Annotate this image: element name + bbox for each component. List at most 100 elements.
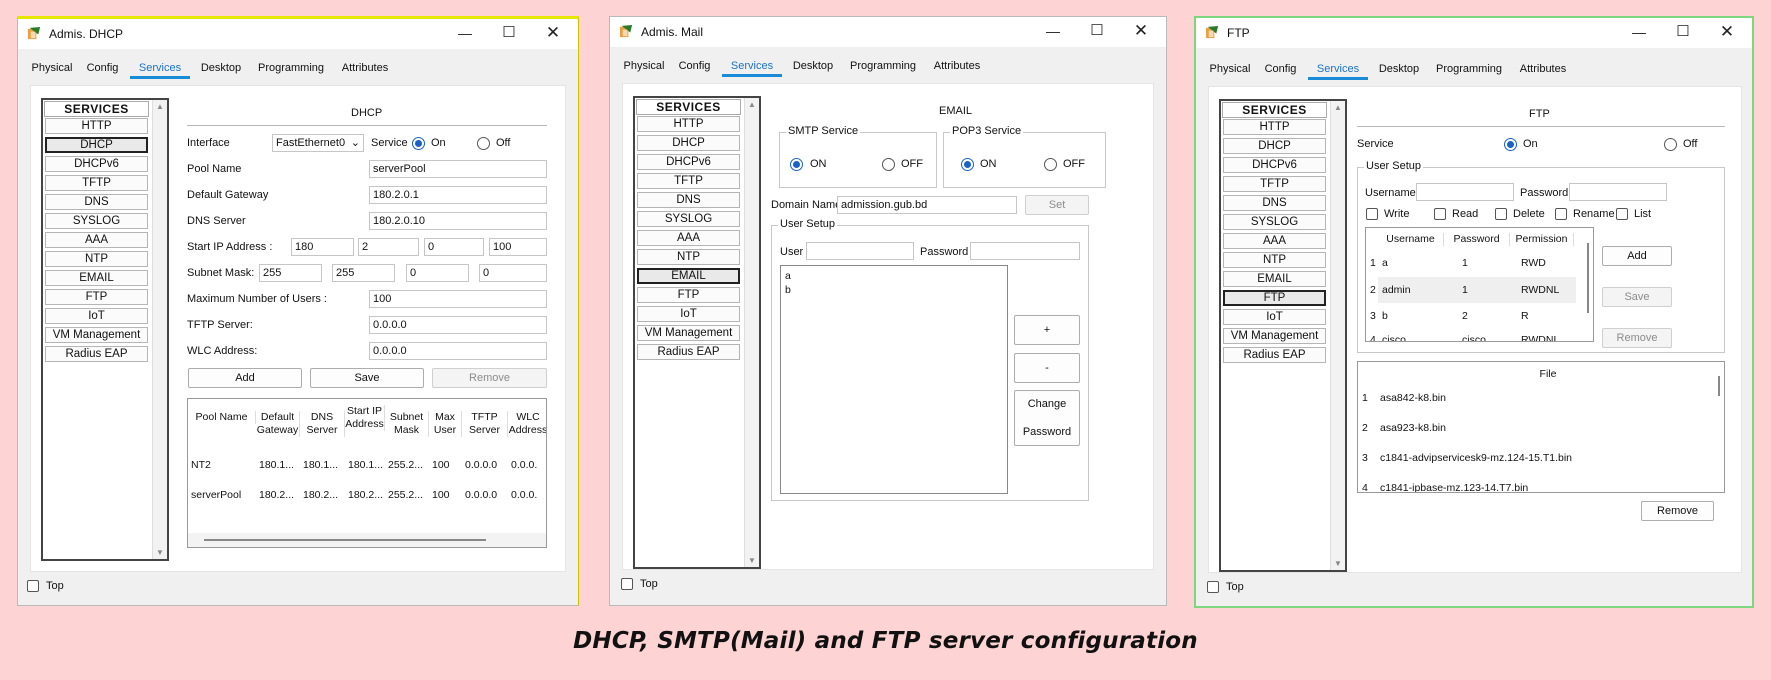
start-ip-octet-1[interactable]: 180 bbox=[291, 238, 354, 256]
close-button[interactable]: ✕ bbox=[540, 22, 566, 44]
mask-octet-4[interactable]: 0 bbox=[479, 264, 547, 282]
tab-physical[interactable]: Physical bbox=[622, 57, 666, 77]
service-aaa[interactable]: AAA bbox=[1223, 233, 1326, 249]
service-ntp[interactable]: NTP bbox=[637, 249, 740, 265]
max-users-input[interactable]: 100 bbox=[369, 290, 547, 308]
add-button[interactable]: Add bbox=[1602, 246, 1672, 266]
service-radius-eap[interactable]: Radius EAP bbox=[637, 344, 740, 360]
minimize-button[interactable]: — bbox=[1040, 20, 1066, 42]
tab-programming[interactable]: Programming bbox=[1430, 60, 1508, 80]
add-user-button[interactable]: + bbox=[1014, 315, 1080, 345]
top-checkbox[interactable] bbox=[621, 578, 633, 590]
list-item[interactable]: b bbox=[785, 284, 791, 296]
read-checkbox[interactable] bbox=[1434, 208, 1446, 220]
tab-config[interactable]: Config bbox=[672, 57, 717, 77]
smtp-on-radio[interactable] bbox=[790, 158, 803, 171]
tab-desktop[interactable]: Desktop bbox=[787, 57, 839, 77]
service-dns[interactable]: DNS bbox=[45, 194, 148, 210]
maximize-button[interactable]: ☐ bbox=[496, 22, 522, 44]
remove-button[interactable]: Remove bbox=[432, 368, 547, 388]
tab-config[interactable]: Config bbox=[1258, 60, 1303, 80]
service-vm-management[interactable]: VM Management bbox=[1223, 328, 1326, 344]
service-syslog[interactable]: SYSLOG bbox=[637, 211, 740, 227]
save-button[interactable]: Save bbox=[1602, 287, 1672, 307]
maximize-button[interactable]: ☐ bbox=[1084, 20, 1110, 42]
tab-services[interactable]: Services bbox=[1308, 60, 1368, 80]
service-tftp[interactable]: TFTP bbox=[1223, 176, 1326, 192]
tab-programming[interactable]: Programming bbox=[844, 57, 922, 77]
remove-user-button[interactable]: - bbox=[1014, 353, 1080, 383]
service-dhcpv6[interactable]: DHCPv6 bbox=[45, 156, 148, 172]
tab-services[interactable]: Services bbox=[722, 57, 782, 77]
minimize-button[interactable]: — bbox=[452, 22, 478, 44]
interface-select[interactable]: FastEthernet0 ⌄ bbox=[272, 134, 364, 152]
service-ftp[interactable]: FTP bbox=[1223, 290, 1326, 306]
service-vm-management[interactable]: VM Management bbox=[637, 325, 740, 341]
pool-name-input[interactable]: serverPool bbox=[369, 160, 547, 178]
file-remove-button[interactable]: Remove bbox=[1641, 501, 1714, 521]
service-email[interactable]: EMAIL bbox=[45, 270, 148, 286]
delete-checkbox[interactable] bbox=[1495, 208, 1507, 220]
services-scrollbar[interactable]: ▲ ▼ bbox=[744, 98, 759, 567]
service-dhcp[interactable]: DHCP bbox=[45, 137, 148, 153]
scroll-thumb[interactable] bbox=[204, 539, 486, 541]
mask-octet-2[interactable]: 255 bbox=[332, 264, 395, 282]
start-ip-octet-2[interactable]: 2 bbox=[358, 238, 419, 256]
service-tftp[interactable]: TFTP bbox=[637, 173, 740, 189]
scroll-up-icon[interactable]: ▲ bbox=[156, 102, 164, 111]
tab-programming[interactable]: Programming bbox=[252, 59, 330, 79]
service-on-radio[interactable] bbox=[1504, 138, 1517, 151]
service-ntp[interactable]: NTP bbox=[45, 251, 148, 267]
service-ftp[interactable]: FTP bbox=[45, 289, 148, 305]
service-syslog[interactable]: SYSLOG bbox=[1223, 214, 1326, 230]
minimize-button[interactable]: — bbox=[1626, 21, 1652, 43]
set-button[interactable]: Set bbox=[1025, 195, 1089, 215]
domain-input[interactable]: admission.gub.bd bbox=[837, 196, 1017, 214]
tab-desktop[interactable]: Desktop bbox=[195, 59, 247, 79]
service-http[interactable]: HTTP bbox=[45, 118, 148, 134]
tab-physical[interactable]: Physical bbox=[30, 59, 74, 79]
services-scrollbar[interactable]: ▲ ▼ bbox=[152, 100, 167, 559]
tab-config[interactable]: Config bbox=[80, 59, 125, 79]
rename-checkbox[interactable] bbox=[1555, 208, 1567, 220]
write-checkbox[interactable] bbox=[1366, 208, 1378, 220]
close-button[interactable]: ✕ bbox=[1714, 21, 1740, 43]
service-tftp[interactable]: TFTP bbox=[45, 175, 148, 191]
service-iot[interactable]: IoT bbox=[1223, 309, 1326, 325]
top-checkbox[interactable] bbox=[1207, 581, 1219, 593]
service-iot[interactable]: IoT bbox=[637, 306, 740, 322]
user-list[interactable]: a b bbox=[780, 265, 1008, 494]
service-dhcp[interactable]: DHCP bbox=[637, 135, 740, 151]
file-item[interactable]: asa923-k8.bin bbox=[1380, 422, 1446, 434]
scroll-down-icon[interactable]: ▼ bbox=[1334, 559, 1342, 568]
list-item[interactable]: a bbox=[785, 270, 791, 282]
tftp-input[interactable]: 0.0.0.0 bbox=[369, 316, 547, 334]
start-ip-octet-4[interactable]: 100 bbox=[489, 238, 547, 256]
mask-octet-1[interactable]: 255 bbox=[259, 264, 322, 282]
service-ntp[interactable]: NTP bbox=[1223, 252, 1326, 268]
service-iot[interactable]: IoT bbox=[45, 308, 148, 324]
service-aaa[interactable]: AAA bbox=[637, 230, 740, 246]
service-dhcp[interactable]: DHCP bbox=[1223, 138, 1326, 154]
tab-attributes[interactable]: Attributes bbox=[1513, 60, 1573, 80]
table-hscrollbar[interactable] bbox=[188, 533, 546, 547]
change-password-button[interactable]: Change Password bbox=[1014, 390, 1080, 446]
scroll-down-icon[interactable]: ▼ bbox=[156, 548, 164, 557]
start-ip-octet-3[interactable]: 0 bbox=[424, 238, 484, 256]
file-scroll-thumb[interactable] bbox=[1718, 376, 1720, 396]
add-button[interactable]: Add bbox=[188, 368, 302, 388]
top-checkbox[interactable] bbox=[27, 580, 39, 592]
scroll-down-icon[interactable]: ▼ bbox=[748, 556, 756, 565]
tab-desktop[interactable]: Desktop bbox=[1373, 60, 1425, 80]
service-http[interactable]: HTTP bbox=[637, 116, 740, 132]
file-item[interactable]: asa842-k8.bin bbox=[1380, 392, 1446, 404]
service-off-radio[interactable] bbox=[477, 137, 490, 150]
service-http[interactable]: HTTP bbox=[1223, 119, 1326, 135]
tab-physical[interactable]: Physical bbox=[1208, 60, 1252, 80]
tab-attributes[interactable]: Attributes bbox=[335, 59, 395, 79]
file-item[interactable]: c1841-ipbase-mz.123-14.T7.bin bbox=[1380, 482, 1528, 492]
scroll-up-icon[interactable]: ▲ bbox=[748, 100, 756, 109]
table-scroll-thumb[interactable] bbox=[1587, 243, 1589, 313]
password-input[interactable] bbox=[1569, 183, 1667, 201]
password-input[interactable] bbox=[970, 242, 1080, 260]
